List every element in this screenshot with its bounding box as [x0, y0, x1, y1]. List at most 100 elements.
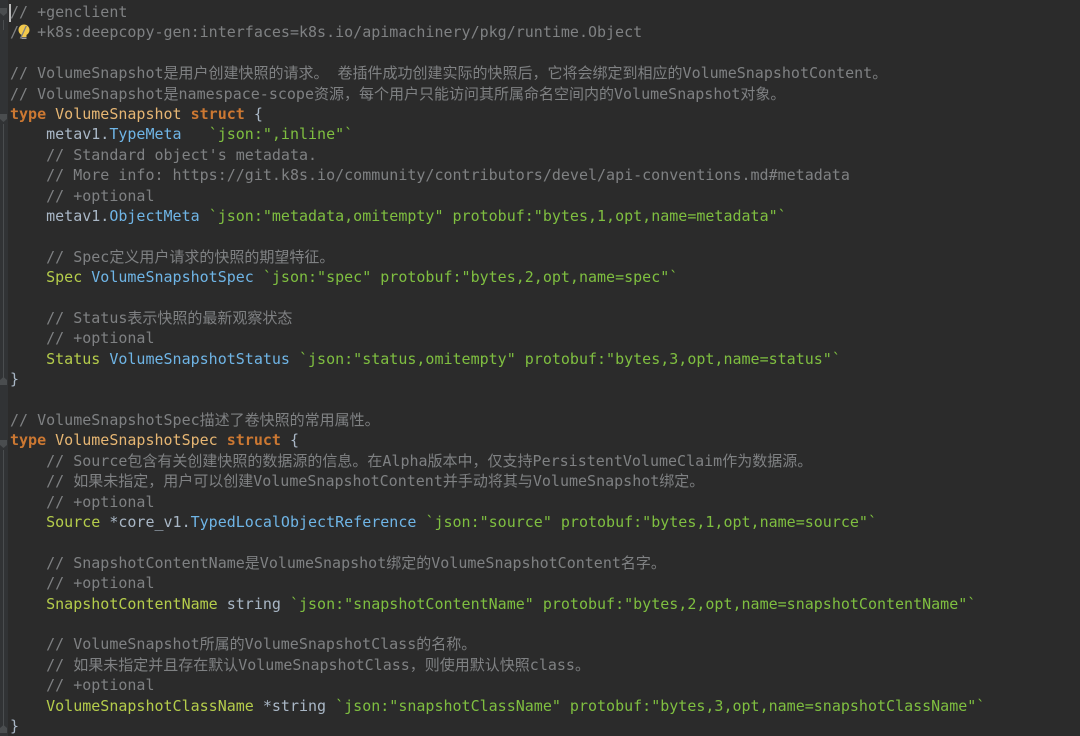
- code-line[interactable]: // VolumeSnapshotSpec描述了卷快照的常用属性。: [10, 410, 380, 430]
- code-line[interactable]: Source *core_v1.TypedLocalObjectReferenc…: [10, 512, 877, 532]
- token-comment: // +optional: [46, 492, 155, 511]
- code-line[interactable]: type VolumeSnapshotSpec struct {: [10, 430, 299, 450]
- token-comment: // VolumeSnapshotSpec描述了卷快照的常用属性。: [10, 411, 380, 429]
- code-line[interactable]: // +genclient: [10, 2, 127, 22]
- token-comment: // VolumeSnapshot是namespace-scope资源，每个用户…: [10, 84, 786, 103]
- token-typeref: VolumeSnapshotSpec: [91, 268, 254, 287]
- token-tag: `json:"snapshotClassName" protobuf:"byte…: [335, 696, 986, 715]
- gutter[interactable]: [0, 0, 8, 736]
- code-line[interactable]: // +optional: [10, 675, 155, 695]
- token-kw: struct: [190, 105, 245, 123]
- code-line[interactable]: // Source包含有关创建快照的数据源的信息。在Alpha版本中，仅支持Pe…: [10, 451, 812, 471]
- token-kw: struct: [226, 431, 281, 450]
- token-pkg: metav1.: [46, 125, 110, 144]
- token-pkg: metav1.: [46, 207, 110, 225]
- code-line[interactable]: SnapshotContentName string `json:"snapsh…: [10, 594, 976, 614]
- code-line[interactable]: // +optional: [10, 186, 154, 206]
- token-kw: type: [10, 105, 56, 123]
- fold-marker-icon[interactable]: [0, 114, 8, 123]
- fold-marker-icon[interactable]: [0, 440, 8, 449]
- code-line[interactable]: // More info: https://git.k8s.io/communi…: [10, 165, 850, 185]
- code-line[interactable]: // 如果未指定并且存在默认VolumeSnapshotClass，则使用默认快…: [10, 655, 590, 675]
- code-line[interactable]: // +k8s:deepcopy-gen:interfaces=k8s.io/a…: [10, 22, 642, 42]
- token-comment: // +optional: [46, 676, 155, 695]
- code-line[interactable]: // Standard object's metadata.: [10, 145, 317, 165]
- code-line[interactable]: metav1.TypeMeta `json:",inline"`: [10, 124, 353, 144]
- code-line[interactable]: // +optional: [10, 573, 154, 593]
- token-comment: // Source包含有关创建快照的数据源的信息。在Alpha版本中，仅支持Pe…: [46, 451, 813, 470]
- fold-marker-icon[interactable]: [0, 8, 8, 17]
- token-field: SnapshotContentName: [46, 594, 218, 613]
- code-line[interactable]: // VolumeSnapshot是用户创建快照的请求。 卷插件成功创建实际的快…: [10, 63, 887, 83]
- code-line[interactable]: Spec VolumeSnapshotSpec `json:"spec" pro…: [10, 267, 678, 287]
- code-line[interactable]: // Spec定义用户请求的快照的期望特征。: [10, 247, 334, 267]
- fold-line: [3, 20, 4, 30]
- code-editor[interactable]: // +genclient // +k8s:deepcopy-gen:interf…: [0, 0, 1080, 736]
- token-comment: // SnapshotContentName是VolumeSnapshot绑定的…: [46, 553, 666, 572]
- code-line[interactable]: metav1.ObjectMeta `json:"metadata,omitem…: [10, 206, 787, 226]
- code-line[interactable]: Status VolumeSnapshotStatus `json:"statu…: [10, 349, 841, 369]
- code-line[interactable]: VolumeSnapshotClassName *string `json:"s…: [10, 696, 985, 716]
- token-typeref: TypeMeta: [109, 125, 182, 144]
- token-comment: // More info: https://git.k8s.io/communi…: [46, 166, 850, 185]
- token-punct: [200, 207, 209, 225]
- token-punct: {: [244, 105, 263, 123]
- token-kw: type: [10, 431, 56, 450]
- fold-marker-icon[interactable]: [0, 376, 8, 385]
- fold-marker-icon[interactable]: [0, 724, 8, 733]
- token-punct: [182, 125, 209, 143]
- code-line[interactable]: // Status表示快照的最新观察状态: [10, 308, 292, 328]
- token-comment: // 如果未指定，用户可以创建VolumeSnapshotContent并手动将…: [46, 472, 705, 491]
- code-line[interactable]: // VolumeSnapshot是namespace-scope资源，每个用户…: [10, 84, 785, 104]
- code-line[interactable]: // 如果未指定，用户可以创建VolumeSnapshotContent并手动将…: [10, 471, 704, 491]
- token-comment: // +optional: [46, 329, 155, 348]
- code-line[interactable]: // VolumeSnapshot所属的VolumeSnapshotClass的…: [10, 634, 476, 654]
- code-line[interactable]: }: [10, 716, 19, 736]
- token-comment: // Standard object's metadata.: [46, 145, 318, 164]
- token-typeref: TypedLocalObjectReference: [190, 513, 417, 531]
- token-punct: [100, 350, 109, 368]
- token-tag: `json:",inline"`: [208, 125, 354, 144]
- token-typeref: ObjectMeta: [109, 207, 200, 225]
- token-punct: }: [10, 370, 20, 389]
- code-line[interactable]: }: [10, 369, 19, 389]
- token-type-name: VolumeSnapshotSpec: [55, 431, 227, 450]
- code-line[interactable]: type VolumeSnapshot struct {: [10, 104, 263, 124]
- token-tag: `json:"snapshotContentName" protobuf:"by…: [289, 594, 977, 613]
- token-comment: // VolumeSnapshot所属的VolumeSnapshotClass的…: [46, 635, 477, 654]
- token-tag: `json:"source" protobuf:"bytes,1,opt,nam…: [425, 513, 877, 531]
- code-line[interactable]: // +optional: [10, 328, 155, 348]
- fold-line: [3, 450, 4, 732]
- token-field: Spec: [46, 268, 83, 287]
- token-tag: `json:"metadata,omitempty" protobuf:"byt…: [208, 207, 787, 225]
- token-tag: `json:"spec" protobuf:"bytes,2,opt,name=…: [262, 268, 679, 287]
- token-field: Status: [46, 349, 101, 368]
- code-line[interactable]: // SnapshotContentName是VolumeSnapshot绑定的…: [10, 553, 666, 573]
- code-line[interactable]: // +optional: [10, 492, 155, 512]
- token-pkg: string: [217, 594, 290, 613]
- token-comment: // Status表示快照的最新观察状态: [46, 309, 293, 327]
- token-comment: // 如果未指定并且存在默认VolumeSnapshotClass，则使用默认快…: [46, 655, 590, 674]
- token-pkg: *string: [253, 696, 336, 715]
- token-comment: // Spec定义用户请求的快照的期望特征。: [46, 247, 335, 266]
- token-typeref: VolumeSnapshotStatus: [109, 349, 290, 368]
- token-punct: {: [280, 431, 299, 450]
- token-comment: // +genclient: [10, 3, 128, 21]
- token-tag: `json:"status,omitempty" protobuf:"bytes…: [299, 349, 841, 368]
